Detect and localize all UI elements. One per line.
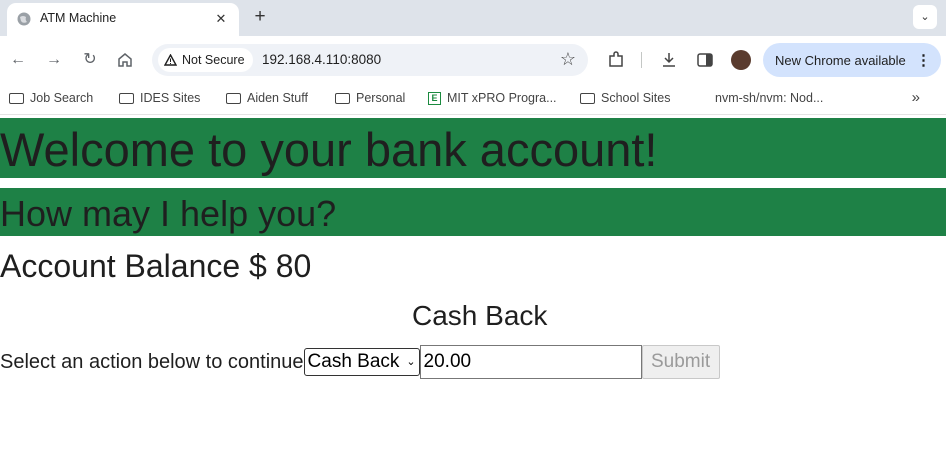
section-title: Cash Back: [412, 300, 548, 331]
bookmark-star-icon[interactable]: ☆: [560, 49, 576, 70]
bookmark-ides-sites[interactable]: IDES Sites: [119, 91, 200, 105]
action-select-value: Cash Back: [307, 351, 400, 372]
extensions-icon[interactable]: [606, 50, 626, 70]
url-text[interactable]: 192.168.4.110:8080: [262, 52, 381, 67]
bookmark-label: School Sites: [601, 91, 671, 105]
tab-title: ATM Machine: [40, 11, 117, 25]
more-bookmarks-icon[interactable]: »: [912, 89, 920, 106]
bookmark-label: nvm-sh/nvm: Nod...: [715, 91, 824, 105]
bookmark-nvm[interactable]: nvm-sh/nvm: Nod...: [715, 91, 823, 105]
bookmark-job-search[interactable]: Job Search: [9, 91, 93, 105]
folder-icon: [335, 92, 350, 104]
folder-icon: [119, 92, 134, 104]
account-balance: Account Balance $ 80: [0, 248, 312, 284]
security-label: Not Secure: [182, 53, 245, 67]
bookmark-personal[interactable]: Personal: [335, 91, 405, 105]
profile-avatar[interactable]: [731, 50, 751, 70]
back-icon[interactable]: ←: [6, 48, 30, 72]
bookmark-label: Aiden Stuff: [247, 91, 308, 105]
close-tab-icon[interactable]: ✕: [211, 9, 231, 29]
bookmark-label: IDES Sites: [140, 91, 201, 105]
home-icon[interactable]: [116, 51, 134, 69]
help-banner: How may I help you?: [0, 188, 946, 236]
download-icon[interactable]: [659, 50, 679, 70]
reload-icon[interactable]: ↻: [78, 48, 102, 72]
globe-icon: [17, 12, 31, 26]
folder-icon: [580, 92, 595, 104]
bookmark-aiden-stuff[interactable]: Aiden Stuff: [226, 91, 308, 105]
action-prompt: Select an action below to continue: [0, 350, 304, 373]
welcome-heading: Welcome to your bank account!: [0, 123, 658, 176]
tab-search-chevron-icon[interactable]: ⌄: [913, 5, 937, 29]
new-tab-icon[interactable]: +: [249, 6, 271, 28]
bookmark-label: Personal: [356, 91, 406, 105]
bookmark-school-sites[interactable]: School Sites: [580, 91, 670, 105]
new-chrome-available-button[interactable]: New Chrome available ⋮: [763, 43, 941, 77]
browser-toolbar: ← → ↻ Not Secure 192.168.4.110:8080 ☆ Ne…: [0, 36, 946, 84]
mit-xpro-favicon-icon: E: [428, 91, 441, 105]
help-heading: How may I help you?: [0, 193, 337, 234]
folder-icon: [9, 92, 24, 104]
amount-input[interactable]: 20.00: [419, 345, 642, 379]
folder-icon: [226, 92, 241, 104]
update-label: New Chrome available: [775, 53, 906, 68]
bookmarks-bar: Job Search IDES Sites Aiden Stuff Person…: [0, 84, 946, 115]
forward-icon[interactable]: →: [42, 48, 66, 72]
bookmark-label: Job Search: [30, 91, 94, 105]
bookmark-label: MIT xPRO Progra...: [447, 91, 557, 105]
tab-strip: ATM Machine ✕ + ⌄: [0, 0, 946, 36]
toolbar-divider: [641, 52, 642, 68]
submit-button[interactable]: Submit: [641, 345, 720, 379]
side-panel-icon[interactable]: [695, 50, 715, 70]
tab-atm-machine[interactable]: ATM Machine ✕: [7, 3, 239, 36]
bookmark-mit-xpro[interactable]: E MIT xPRO Progra...: [428, 91, 557, 105]
action-select[interactable]: Cash Back ⌄: [303, 348, 420, 376]
menu-kebab-icon[interactable]: ⋮: [916, 51, 931, 69]
page-content: Welcome to your bank account! How may I …: [0, 115, 946, 463]
welcome-banner: Welcome to your bank account!: [0, 118, 946, 178]
warning-icon: [164, 54, 177, 66]
action-form: Select an action below to continue Cash …: [0, 344, 720, 380]
security-chip[interactable]: Not Secure: [158, 48, 253, 72]
address-bar[interactable]: Not Secure 192.168.4.110:8080 ☆: [152, 44, 588, 76]
chevron-down-icon: ⌄: [406, 356, 416, 368]
